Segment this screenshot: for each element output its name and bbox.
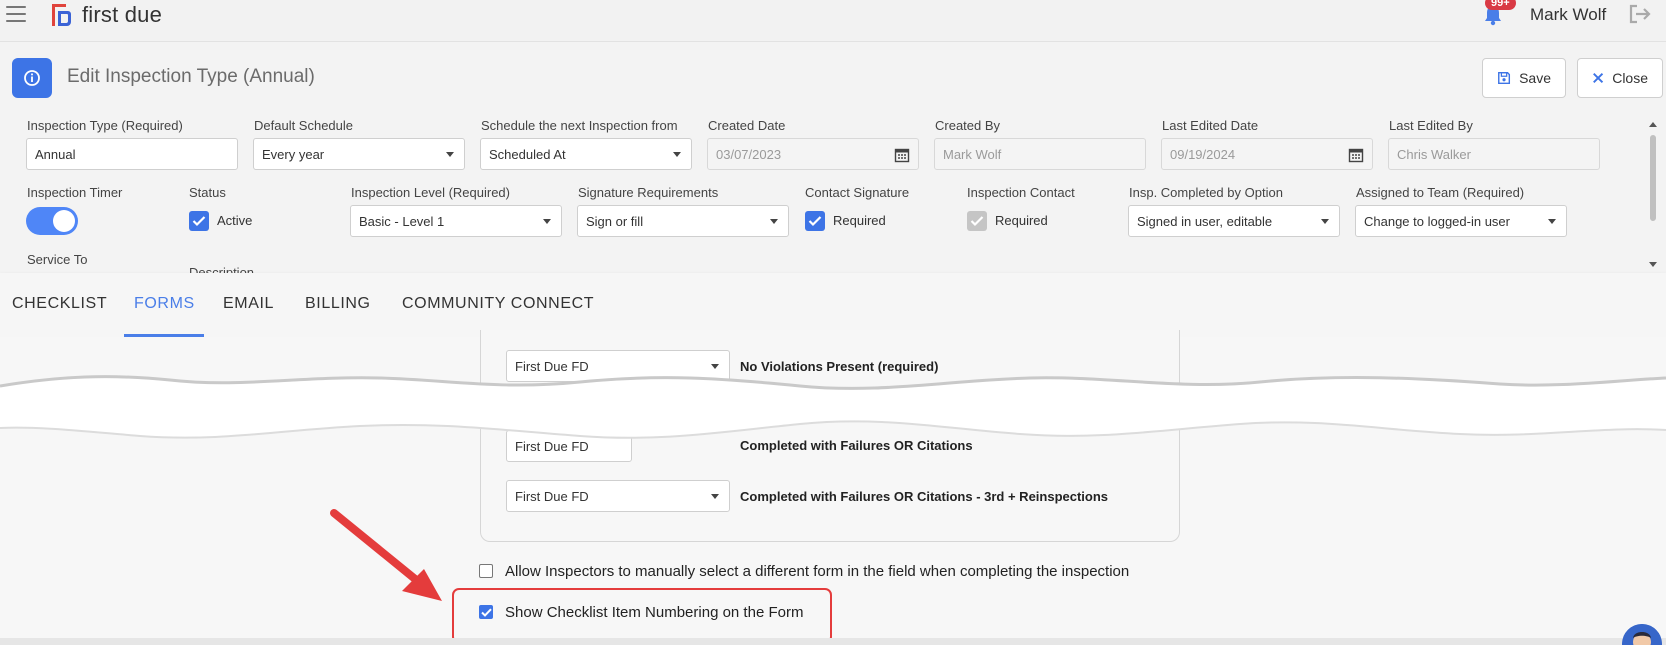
calendar-icon xyxy=(1348,148,1364,163)
close-label: Close xyxy=(1612,70,1648,86)
status-active-checkbox[interactable] xyxy=(189,211,209,231)
schedule-next-label: Schedule the next Inspection from xyxy=(481,118,678,133)
tab-community-connect[interactable]: COMMUNITY CONNECT xyxy=(402,295,594,313)
notification-badge: 99+ xyxy=(1485,0,1516,10)
inspection-contact-checkbox xyxy=(967,211,987,231)
created-date-field: 03/07/2023 xyxy=(707,138,919,170)
allow-manual-select-checkbox[interactable] xyxy=(479,564,493,578)
save-button[interactable]: Save xyxy=(1482,58,1566,98)
created-by-label: Created By xyxy=(935,118,1001,133)
signature-requirements-select[interactable]: Sign or fill xyxy=(577,205,789,237)
form-select-value: First Due FD xyxy=(515,488,589,504)
inspection-type-input[interactable]: Annual xyxy=(26,138,238,170)
torn-edge-overlay xyxy=(0,375,1666,439)
created-by-field: Mark Wolf xyxy=(934,138,1146,170)
chevron-down-icon xyxy=(673,152,681,157)
chevron-down-icon xyxy=(711,494,719,499)
status-label: Status xyxy=(189,185,226,200)
default-schedule-value: Every year xyxy=(262,146,325,162)
schedule-next-select[interactable]: Scheduled At xyxy=(480,138,692,170)
annotation-highlight-box xyxy=(452,588,832,644)
last-edited-date-field: 09/19/2024 xyxy=(1161,138,1373,170)
status-active-label: Active xyxy=(217,213,253,228)
scrollbar-thumb[interactable] xyxy=(1650,135,1656,221)
assigned-team-select[interactable]: Change to logged-in user xyxy=(1355,205,1567,237)
inspection-level-value: Basic - Level 1 xyxy=(359,213,445,229)
page-title: Edit Inspection Type (Annual) xyxy=(67,66,315,87)
last-edited-date-label: Last Edited Date xyxy=(1162,118,1259,133)
info-icon xyxy=(24,70,40,86)
inspection-type-value: Annual xyxy=(35,146,76,162)
info-button[interactable] xyxy=(12,58,52,98)
user-name[interactable]: Mark Wolf xyxy=(1530,5,1606,25)
calendar-icon xyxy=(894,148,910,163)
signature-requirements-value: Sign or fill xyxy=(586,213,644,229)
tab-checklist[interactable]: CHECKLIST xyxy=(12,295,107,313)
created-by-value: Mark Wolf xyxy=(943,146,1002,162)
insp-completed-by-value: Signed in user, editable xyxy=(1137,213,1273,229)
save-icon xyxy=(1498,72,1511,84)
chevron-down-icon xyxy=(543,219,551,224)
default-schedule-select[interactable]: Every year xyxy=(253,138,465,170)
contact-signature-checkbox[interactable] xyxy=(805,211,825,231)
bottom-strip xyxy=(0,638,1666,645)
chevron-down-icon xyxy=(446,152,454,157)
assigned-team-label: Assigned to Team (Required) xyxy=(1356,185,1525,200)
checkmark-icon xyxy=(808,216,822,227)
inspection-type-label: Inspection Type (Required) xyxy=(27,118,183,133)
insp-completed-by-label: Insp. Completed by Option xyxy=(1129,185,1283,200)
schedule-next-value: Scheduled At xyxy=(489,146,566,162)
chevron-down-icon xyxy=(1321,219,1329,224)
default-schedule-label: Default Schedule xyxy=(254,118,354,133)
last-edited-by-field: Chris Walker xyxy=(1388,138,1600,170)
inspection-contact-label: Inspection Contact xyxy=(967,185,1075,200)
last-edited-by-label: Last Edited By xyxy=(1389,118,1473,133)
checkmark-icon xyxy=(970,216,984,227)
inspection-level-label: Inspection Level (Required) xyxy=(351,185,510,200)
app-logo[interactable]: first due xyxy=(50,2,162,28)
contact-signature-required-label: Required xyxy=(833,213,886,228)
contact-signature-label: Contact Signature xyxy=(805,185,910,200)
logout-icon[interactable] xyxy=(1628,3,1652,25)
created-date-label: Created Date xyxy=(708,118,786,133)
close-icon xyxy=(1593,72,1604,84)
inspection-contact-required-label: Required xyxy=(995,213,1048,228)
logo-text: first due xyxy=(82,2,163,27)
tab-forms[interactable]: FORMS xyxy=(134,295,195,313)
scroll-up-icon[interactable] xyxy=(1647,119,1659,129)
save-label: Save xyxy=(1519,70,1551,86)
created-date-value: 03/07/2023 xyxy=(716,146,782,162)
scroll-down-icon[interactable] xyxy=(1647,260,1659,270)
tab-bar: CHECKLIST FORMS EMAIL BILLING COMMUNITY … xyxy=(0,273,1666,337)
allow-manual-select-label: Allow Inspectors to manually select a di… xyxy=(505,563,1130,580)
insp-completed-by-select[interactable]: Signed in user, editable xyxy=(1128,205,1340,237)
header-scrollbar[interactable] xyxy=(1647,117,1659,272)
annotation-arrow-icon xyxy=(330,509,442,601)
hamburger-menu-icon[interactable] xyxy=(6,6,26,22)
inspection-level-select[interactable]: Basic - Level 1 xyxy=(350,205,562,237)
form-select-reinspections[interactable]: First Due FD xyxy=(506,480,730,512)
tab-email[interactable]: EMAIL xyxy=(223,295,274,313)
inspection-timer-toggle[interactable] xyxy=(26,207,78,235)
top-bar: first due 99+ Mark Wolf xyxy=(0,0,1666,42)
checkmark-icon xyxy=(192,216,206,227)
toggle-knob xyxy=(53,210,75,232)
last-edited-date-value: 09/19/2024 xyxy=(1170,146,1236,162)
chevron-down-icon xyxy=(770,219,778,224)
tab-billing[interactable]: BILLING xyxy=(305,295,371,313)
description-label: Description xyxy=(189,265,255,273)
signature-requirements-label: Signature Requirements xyxy=(578,185,719,200)
chevron-down-icon xyxy=(1548,219,1556,224)
form-row-label: Completed with Failures OR Citations - 3… xyxy=(740,489,1109,504)
last-edited-by-value: Chris Walker xyxy=(1397,146,1471,162)
service-to-label: Service To xyxy=(27,252,88,267)
inspection-timer-label: Inspection Timer xyxy=(27,185,123,200)
close-button[interactable]: Close xyxy=(1577,58,1663,98)
first-due-logo-icon xyxy=(52,4,71,26)
assigned-team-value: Change to logged-in user xyxy=(1364,213,1510,229)
